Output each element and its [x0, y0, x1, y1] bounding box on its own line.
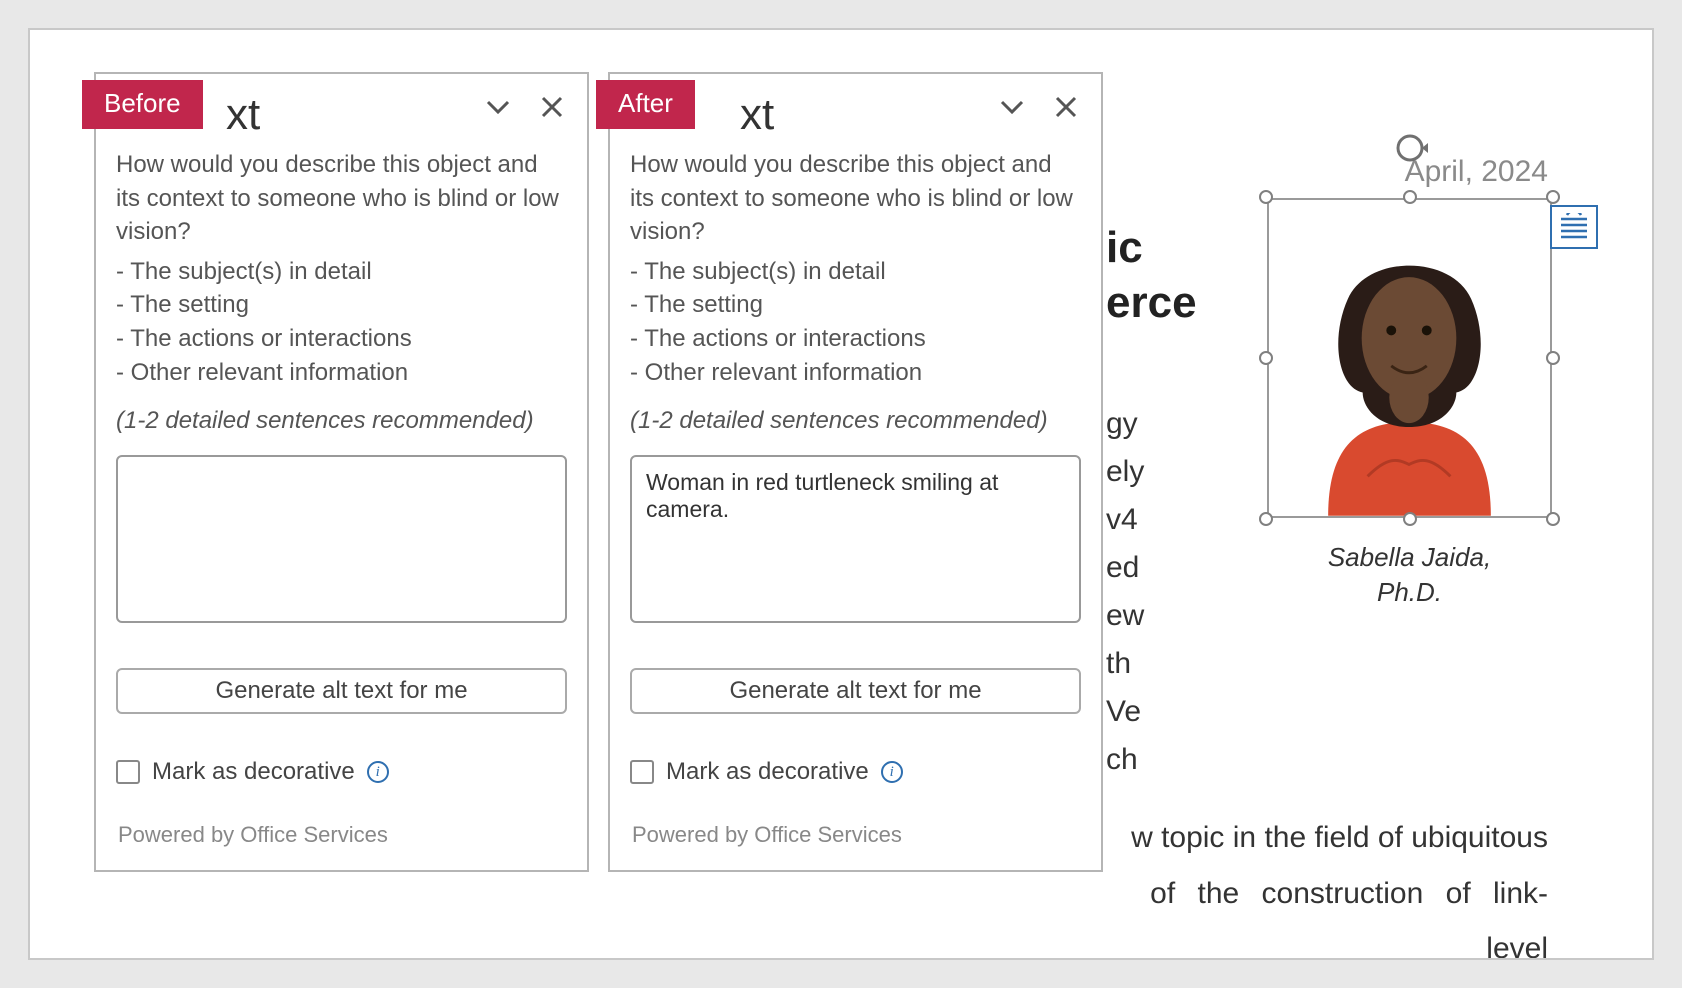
mark-decorative-label: Mark as decorative [152, 758, 355, 786]
resize-handle[interactable] [1403, 512, 1417, 526]
document-title-fragment: ic erce [1106, 220, 1197, 330]
resize-handle[interactable] [1403, 190, 1417, 204]
portrait-photo [1269, 200, 1550, 516]
image-caption: Sabella Jaida, Ph.D. [1267, 540, 1552, 610]
mark-decorative-checkbox[interactable] [116, 760, 140, 784]
before-tag: Before [82, 80, 203, 129]
mark-decorative-checkbox[interactable] [630, 760, 654, 784]
mark-decorative-label: Mark as decorative [666, 758, 869, 786]
generate-alt-text-button[interactable]: Generate alt text for me [116, 668, 567, 714]
resize-handle[interactable] [1546, 351, 1560, 365]
pane-recommendation: (1-2 detailed sentences recommended) [630, 407, 1081, 435]
generate-alt-text-button[interactable]: Generate alt text for me [630, 668, 1081, 714]
alt-text-input[interactable] [116, 455, 567, 623]
pane-description: How would you describe this object and i… [630, 148, 1081, 249]
chevron-down-icon[interactable] [483, 92, 513, 127]
close-icon[interactable] [537, 92, 567, 127]
pane-footer: Powered by Office Services [118, 822, 388, 848]
layout-options-icon[interactable] [1550, 205, 1598, 249]
alt-text-pane-before: xt How would you describe this object an… [94, 72, 589, 872]
pane-recommendation: (1-2 detailed sentences recommended) [116, 407, 567, 435]
pane-footer: Powered by Office Services [632, 822, 902, 848]
pane-guidance-list: - The subject(s) in detail - The setting… [116, 255, 567, 389]
info-icon[interactable]: i [881, 761, 903, 783]
resize-handle[interactable] [1546, 190, 1560, 204]
alt-text-input[interactable] [630, 455, 1081, 623]
chevron-down-icon[interactable] [997, 92, 1027, 127]
image-frame [1267, 198, 1552, 518]
resize-handle[interactable] [1259, 190, 1273, 204]
after-tag: After [596, 80, 695, 129]
document-body-right-edge: gy ely v4 ed ew th Ve ch [1106, 400, 1144, 784]
resize-handle[interactable] [1259, 512, 1273, 526]
pane-description: How would you describe this object and i… [116, 148, 567, 249]
selected-image[interactable] [1267, 198, 1552, 518]
outer-frame: 22 April, 2024 ic erce gy ely v4 ed ew t… [28, 28, 1654, 960]
pane-guidance-list: - The subject(s) in detail - The setting… [630, 255, 1081, 389]
alt-text-pane-after: xt How would you describe this object an… [608, 72, 1103, 872]
resize-handle[interactable] [1546, 512, 1560, 526]
rotate-handle-icon[interactable] [1390, 128, 1430, 168]
info-icon[interactable]: i [367, 761, 389, 783]
resize-handle[interactable] [1259, 351, 1273, 365]
close-icon[interactable] [1051, 92, 1081, 127]
